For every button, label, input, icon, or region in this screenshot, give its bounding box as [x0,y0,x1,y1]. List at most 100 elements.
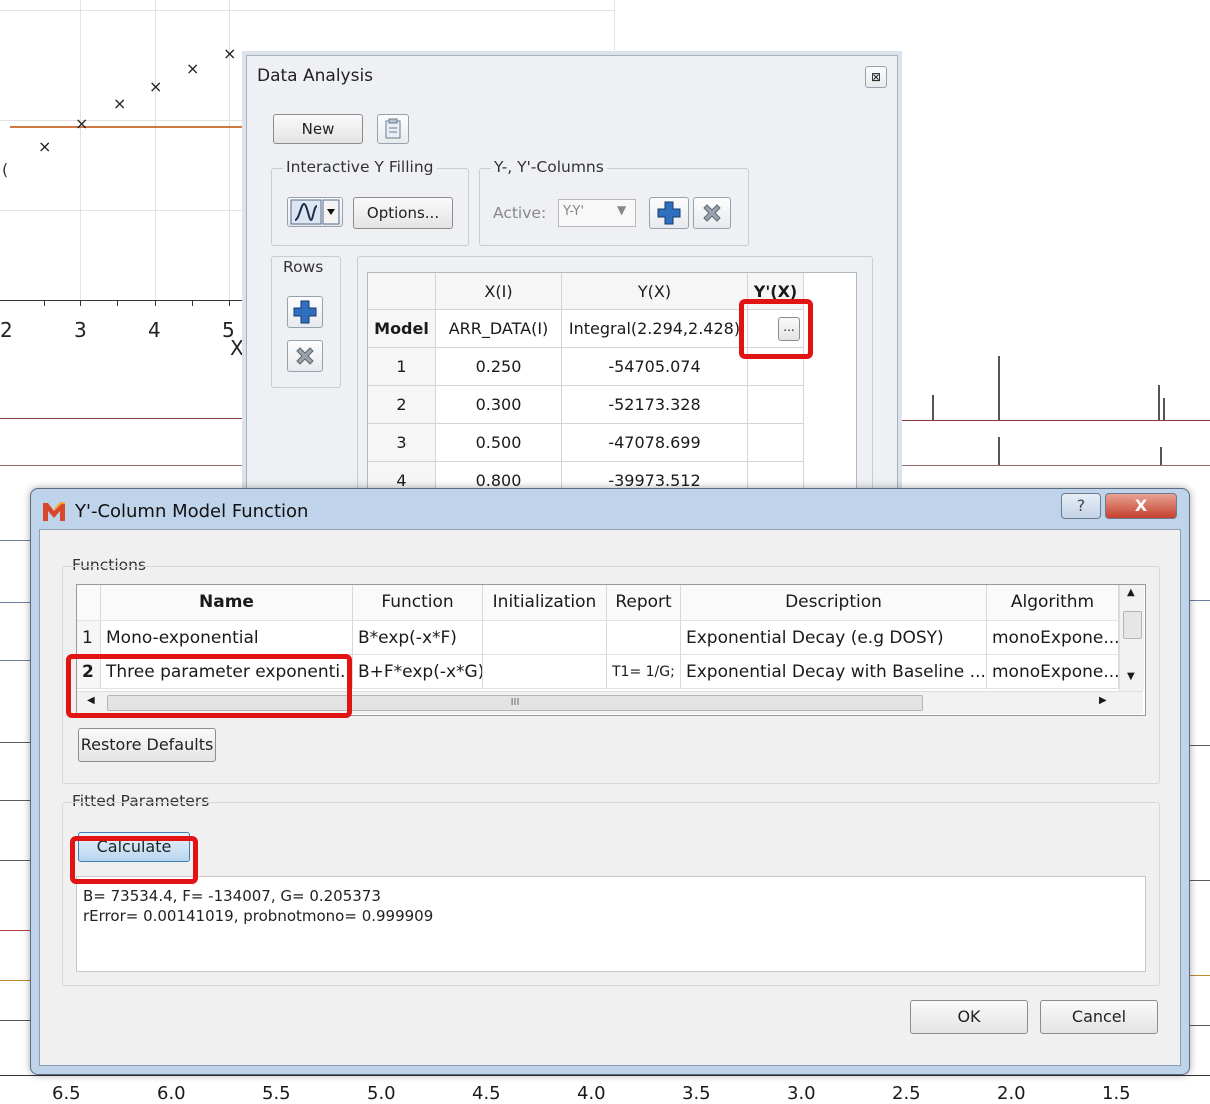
algorithm-cell[interactable]: monoExpone... [987,655,1119,689]
table-cell[interactable] [748,424,804,462]
initialization-cell[interactable] [483,621,607,655]
options-button[interactable]: Options... [353,197,453,229]
report-cell[interactable]: T1= 1/G; [607,655,681,689]
column-header-algorithm[interactable]: Algorithm [987,585,1119,621]
chevron-down-icon: ▼ [617,203,627,217]
scroll-down-icon[interactable]: ▼ [1127,671,1135,682]
app-logo-icon [43,502,65,521]
dialog-title: Y'-Column Model Function [75,501,309,522]
active-label: Active: [493,204,547,222]
ppm-label: 5.5 [262,1083,291,1104]
x-tick-label: 3 [74,318,87,342]
report-cell[interactable] [607,621,681,655]
function-name-cell[interactable]: Mono-exponential [101,621,353,655]
highlight-ellipsis [739,299,813,359]
add-row-plus-icon[interactable] [287,296,323,328]
description-cell[interactable]: Exponential Decay with Baseline ... [681,655,987,689]
new-button[interactable]: New [273,114,363,144]
data-point-marker: × [38,137,52,156]
result-line: rError= 0.00141019, probnotmono= 0.99990… [83,907,434,925]
integral-mode-dropdown[interactable] [287,197,343,227]
column-header-name[interactable]: Name [101,585,353,621]
algorithm-cell[interactable]: monoExpone... [987,621,1119,655]
model-function-dialog: Y'-Column Model Function ? X Functions N… [30,488,1190,1075]
ppm-label: 1.5 [1102,1083,1131,1104]
active-column-value: Y-Y' [563,204,585,219]
initialization-cell[interactable] [483,655,607,689]
grid-line [0,10,615,11]
close-button[interactable]: X [1105,493,1177,519]
add-column-plus-icon[interactable] [649,197,689,229]
clipboard-icon[interactable] [377,114,409,144]
fit-line [10,126,250,128]
highlight-three-parameter-row [66,654,352,718]
y-axis-fragment: ( [2,160,9,179]
function-expression-cell[interactable]: B+F*exp(-x*G) [353,655,483,689]
data-point-marker: × [113,94,127,113]
window-title: Data Analysis [257,66,374,86]
row-header: 1 [368,348,436,386]
row-index: 1 [77,621,101,655]
scroll-right-icon[interactable]: ▶ [1099,695,1107,706]
remove-column-x-icon[interactable] [693,197,731,229]
table-cell[interactable]: -47078.699 [562,424,748,462]
highlight-calculate [70,836,198,884]
results-textbox[interactable]: B= 73534.4, F= -134007, G= 0.205373 rErr… [76,876,1146,972]
x-axis-label: X [230,336,244,360]
ok-button[interactable]: OK [910,1000,1028,1034]
table-cell[interactable]: -54705.074 [562,348,748,386]
row-header: 2 [368,386,436,424]
column-header[interactable]: Y(X) [562,273,748,310]
scroll-thumb[interactable] [1123,611,1142,639]
function-expression-cell[interactable]: B*exp(-x*F) [353,621,483,655]
x-tick-label: 4 [148,318,161,342]
scroll-up-icon[interactable]: ▲ [1127,587,1135,598]
ppm-label: 6.0 [157,1083,186,1104]
column-header-initialization[interactable]: Initialization [483,585,607,621]
data-point-marker: × [75,114,89,133]
ppm-axis: 6.5 6.0 5.5 5.0 4.5 4.0 3.5 3.0 2.5 2.0 … [0,1075,1210,1104]
column-header-function[interactable]: Function [353,585,483,621]
table-cell[interactable]: 0.500 [436,424,562,462]
table-cell[interactable]: ARR_DATA(I) [436,310,562,348]
table-cell[interactable]: 0.250 [436,348,562,386]
close-icon[interactable]: ⊠ [865,66,887,88]
result-line: B= 73534.4, F= -134007, G= 0.205373 [83,887,381,905]
ppm-label: 2.0 [997,1083,1026,1104]
ppm-label: 3.5 [682,1083,711,1104]
data-point-marker: × [149,77,163,96]
x-tick-label: 2 [0,318,13,342]
ppm-label: 5.0 [367,1083,396,1104]
table-cell[interactable]: 0.300 [436,386,562,424]
interactive-y-label: Interactive Y Filling [283,158,437,176]
restore-defaults-button[interactable]: Restore Defaults [78,728,216,762]
table-corner [77,585,101,621]
grid-line [80,0,81,300]
dialog-body: Functions Name Function Initialization R… [39,529,1181,1066]
grid-line [155,0,156,300]
table-cell[interactable]: Integral(2.294,2.428) [562,310,748,348]
ppm-label: 4.5 [472,1083,501,1104]
data-analysis-window: Data Analysis ⊠ New Interactive Y Fillin… [246,55,898,507]
table-cell[interactable] [748,386,804,424]
yy-columns-label: Y-, Y'-Columns [491,158,607,176]
ppm-label: 4.0 [577,1083,606,1104]
data-point-marker: × [186,59,200,78]
column-header-description[interactable]: Description [681,585,987,621]
column-header[interactable]: X(I) [436,273,562,310]
remove-row-x-icon[interactable] [287,340,323,372]
data-point-marker: × [223,44,237,63]
help-button[interactable]: ? [1061,493,1101,519]
description-cell[interactable]: Exponential Decay (e.g DOSY) [681,621,987,655]
table-cell[interactable]: -52173.328 [562,386,748,424]
cancel-button[interactable]: Cancel [1040,1000,1158,1034]
ppm-label: 6.5 [52,1083,81,1104]
vertical-scrollbar[interactable]: ▲ ▼ [1119,585,1144,691]
ppm-label: 2.5 [892,1083,921,1104]
table-corner [368,273,436,310]
ppm-label: 3.0 [787,1083,816,1104]
column-header-report[interactable]: Report [607,585,681,621]
row-header: Model [368,310,436,348]
active-column-select[interactable]: Y-Y' ▼ [558,199,636,227]
rows-label: Rows [283,258,324,276]
